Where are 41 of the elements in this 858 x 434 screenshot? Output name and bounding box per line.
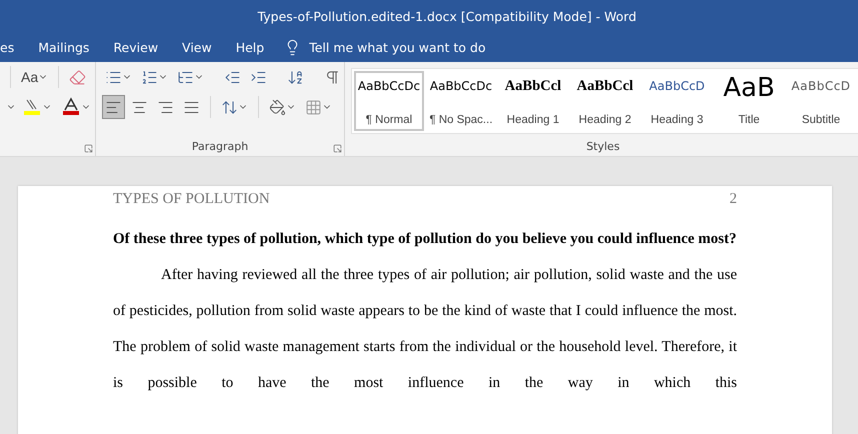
style-preview: AaBbCcl (504, 77, 562, 96)
page-number: 2 (730, 191, 737, 209)
body-paragraph: After having reviewed all the three types of air pollution; air pollution, solid waste and the use of pesticides, pollution from solid waste appears to be the kind of waste that I could influence the most. The problem of solid waste management starts from the individual or the household level. Therefore, it is possible to have the most influence in the way in which this (113, 266, 737, 393)
style-preview: AaBbCcDc (430, 78, 492, 95)
style-preview: AaBbCcl (576, 77, 634, 96)
style-label: ¶ Normal (366, 114, 412, 126)
change-case-button[interactable]: Aa (18, 65, 52, 89)
numbered-list-icon (141, 68, 158, 86)
ribbon-tab[interactable]: View (170, 33, 224, 62)
sort-icon (287, 68, 304, 86)
style-label: Heading 1 (506, 114, 560, 126)
group-label: Styles (586, 140, 620, 153)
paint-bucket-icon (269, 98, 286, 116)
dialog-launcher-icon[interactable] (333, 144, 342, 153)
style-label: Heading 2 (578, 114, 632, 126)
style-item[interactable]: AaBbCcDc ¶ Normal (354, 71, 424, 131)
ribbon-tab[interactable]: Review (101, 33, 170, 62)
highlighter-icon (22, 97, 42, 117)
font-color-icon (61, 97, 81, 117)
pilcrow-icon (324, 68, 341, 86)
dialog-launcher-icon[interactable] (84, 144, 93, 153)
tell-me-field[interactable]: Tell me what you want to do (309, 40, 486, 55)
ribbon-tab[interactable]: es (0, 33, 26, 62)
style-preview: AaBbCcD (791, 78, 851, 95)
style-label: Subtitle (802, 114, 840, 126)
align-button[interactable] (102, 95, 125, 119)
borders-icon (305, 98, 322, 116)
running-header: TYPES OF POLLUTION (113, 191, 270, 209)
style-label: ¶ No Spac... (429, 114, 493, 126)
style-preview: AaBbCcDc (358, 78, 420, 95)
line-spacing-icon (221, 98, 238, 116)
style-label: Title (738, 114, 760, 126)
ribbon-tab[interactable]: Help (224, 33, 276, 62)
eraser-icon (69, 68, 86, 86)
window-title: Types-of-Pollution.edited-1.docx [Compatibility Mode] - Word (258, 9, 636, 24)
group-label: Paragraph (192, 140, 248, 153)
style-preview: AaB (723, 76, 775, 100)
question-heading: Of these three types of pollution, which type of pollution do you believe you could influence most? (113, 230, 737, 249)
ribbon-tab[interactable]: Mailings (26, 33, 102, 62)
style-preview: AaBbCcD (649, 78, 705, 95)
style-label: Heading 3 (650, 114, 704, 126)
